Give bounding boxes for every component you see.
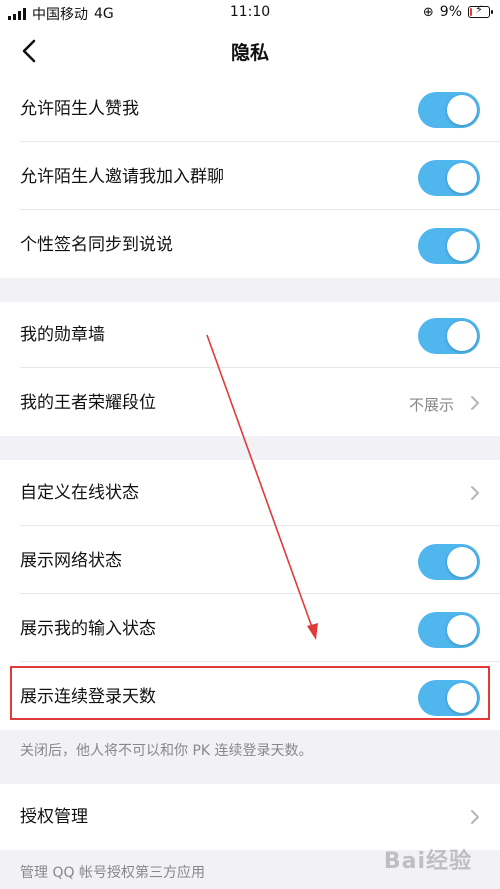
chevron-right-icon [471, 396, 479, 410]
row-show-typing-status: 展示我的输入状态 [0, 596, 500, 662]
settings-group-1: 允许陌生人赞我 允许陌生人邀请我加入群聊 个性签名同步到说说 [0, 76, 500, 278]
authorization-footnote: 管理 QQ 帐号授权第三方应用 [20, 865, 205, 881]
divider [20, 593, 500, 594]
row-label: 允许陌生人赞我 [20, 99, 139, 119]
row-medal-wall: 我的勋章墙 [0, 302, 500, 368]
chevron-right-icon [471, 810, 479, 824]
divider [20, 209, 500, 210]
toggle-knob [447, 321, 477, 351]
settings-group-3: 自定义在线状态 展示网络状态 展示我的输入状态 展示连续登录天数 [0, 460, 500, 730]
toggle-knob [447, 95, 477, 125]
row-authorization-management[interactable]: 授权管理 [0, 784, 500, 850]
row-allow-stranger-group-invite: 允许陌生人邀请我加入群聊 [0, 144, 500, 210]
divider [20, 141, 500, 142]
toggle-switch[interactable] [418, 612, 480, 648]
chevron-right-icon [471, 486, 479, 500]
charging-bolt-icon: ⚡ [475, 3, 483, 16]
toggle-switch[interactable] [418, 544, 480, 580]
settings-group-2: 我的勋章墙 我的王者荣耀段位 不展示 [0, 302, 500, 436]
toggle-switch[interactable] [418, 92, 480, 128]
battery-percent: 9% [439, 4, 462, 20]
row-label: 授权管理 [20, 807, 88, 827]
row-label: 允许陌生人邀请我加入群聊 [20, 167, 224, 187]
toggle-switch[interactable] [418, 318, 480, 354]
row-label: 个性签名同步到说说 [20, 235, 173, 255]
toggle-knob [447, 615, 477, 645]
row-label: 自定义在线状态 [20, 483, 139, 503]
watermark-logo: Bai经验 [383, 849, 472, 874]
battery-icon: ⚡ [468, 3, 493, 18]
row-show-network-status: 展示网络状态 [0, 528, 500, 594]
toggle-knob [447, 547, 477, 577]
row-label: 展示我的输入状态 [20, 619, 156, 639]
row-label: 我的勋章墙 [20, 325, 105, 345]
row-allow-stranger-like: 允许陌生人赞我 [0, 76, 500, 142]
row-value: 不展示 [408, 396, 454, 414]
row-label: 我的王者荣耀段位 [20, 393, 156, 413]
login-streak-footnote: 关闭后，他人将不可以和你 PK 连续登录天数。 [20, 743, 313, 759]
divider [20, 367, 500, 368]
orientation-lock-icon: ⊕ [422, 4, 434, 20]
row-label: 展示网络状态 [20, 551, 122, 571]
row-label: 展示连续登录天数 [20, 687, 156, 707]
divider [20, 525, 500, 526]
toggle-switch[interactable] [418, 228, 480, 264]
toggle-knob [447, 163, 477, 193]
toggle-knob [447, 683, 477, 713]
row-show-login-streak: 展示连续登录天数 [0, 664, 500, 730]
settings-group-4: 授权管理 [0, 784, 500, 850]
row-custom-online-status[interactable]: 自定义在线状态 [0, 460, 500, 526]
status-bar: 中国移动 4G 11:10 ⊕ 9% ⚡ [0, 0, 500, 26]
toggle-switch[interactable] [418, 160, 480, 196]
toggle-switch[interactable] [418, 680, 480, 716]
status-right: ⊕ 9% ⚡ [422, 3, 493, 20]
nav-bar: 隐私 [0, 26, 500, 76]
row-signature-sync: 个性签名同步到说说 [0, 212, 500, 278]
divider [20, 661, 500, 662]
page-title: 隐私 [230, 42, 269, 64]
row-honor-of-kings-rank[interactable]: 我的王者荣耀段位 不展示 [0, 370, 500, 436]
toggle-knob [447, 231, 477, 261]
